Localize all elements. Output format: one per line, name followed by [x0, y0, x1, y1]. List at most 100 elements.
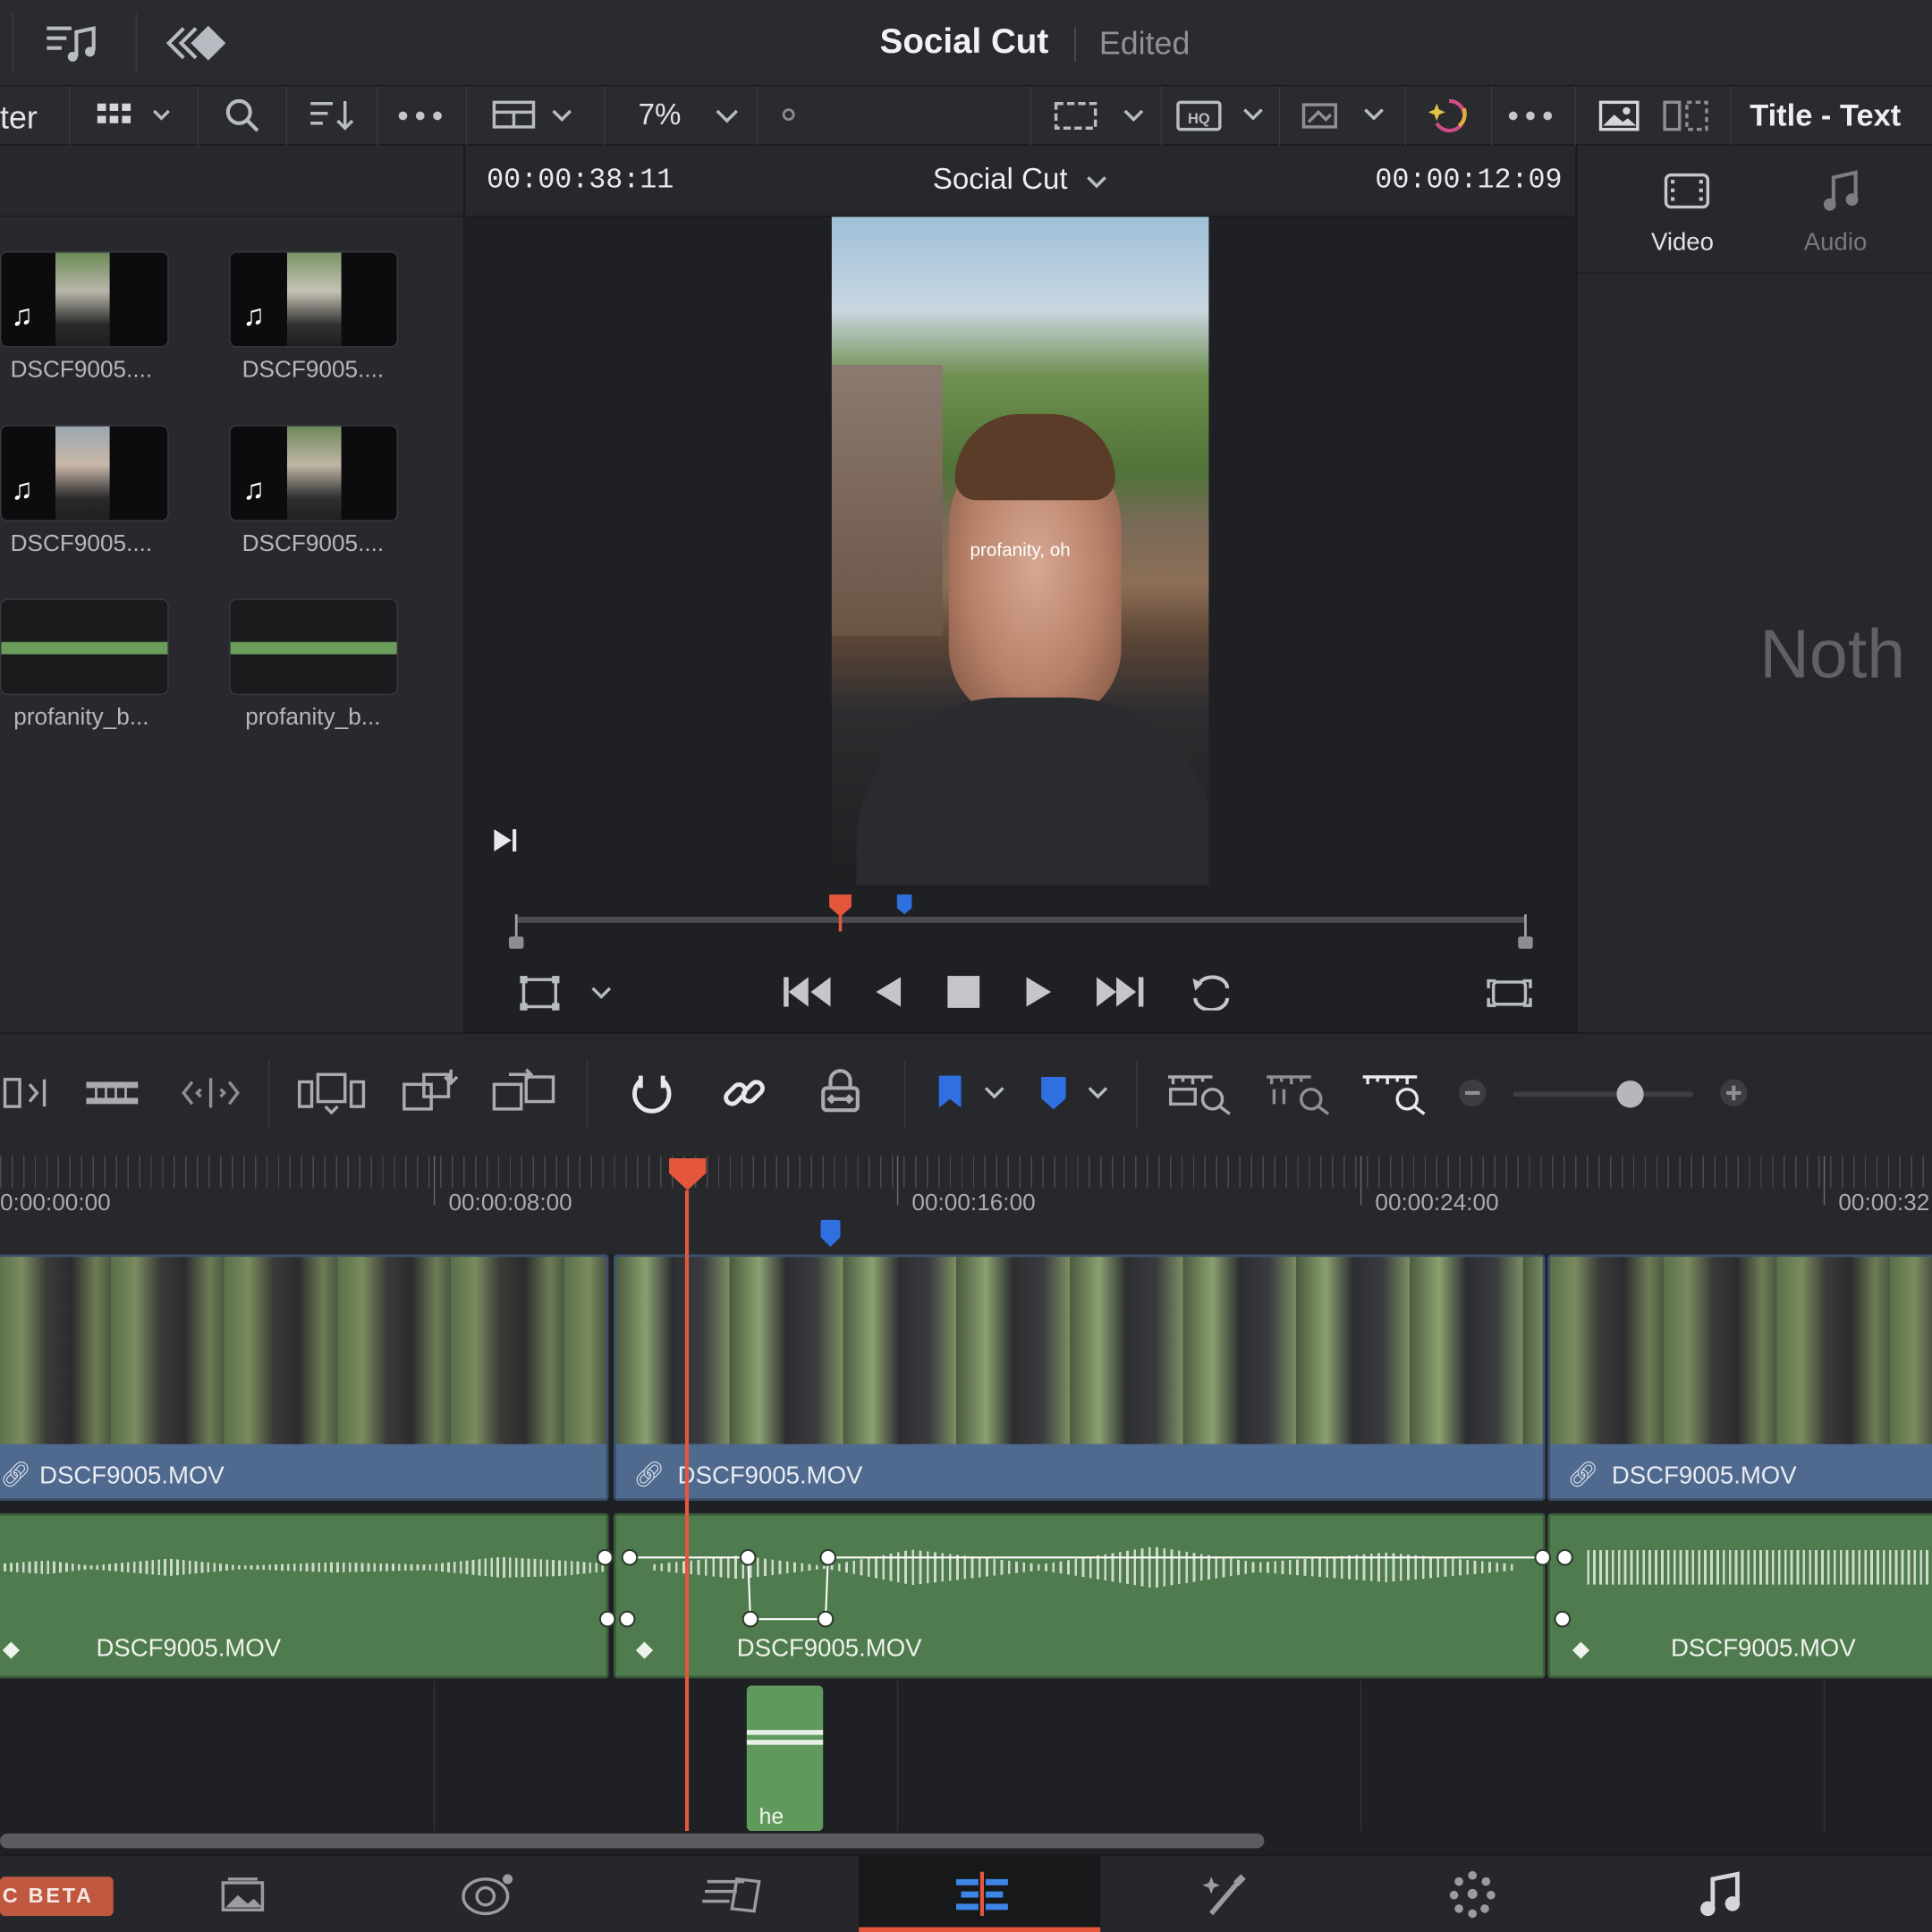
subtitle-clip-thumbnail[interactable] — [229, 598, 398, 695]
loop-icon[interactable] — [1182, 969, 1239, 1015]
place-on-top-icon[interactable] — [488, 1064, 563, 1119]
marker-icon[interactable] — [1032, 1067, 1074, 1119]
fairlight-edit-icon[interactable] — [698, 1866, 767, 1922]
audio-clip-label: DSCF9005.MOV — [736, 1635, 922, 1663]
viewer-more-icon[interactable] — [1498, 94, 1563, 139]
cut-page-icon[interactable] — [456, 1866, 521, 1922]
dynamic-trim-icon[interactable] — [177, 1070, 243, 1116]
trim-mode-icon[interactable] — [0, 1070, 55, 1116]
grid-view-icon[interactable] — [91, 94, 177, 139]
in-point-handle[interactable] — [508, 914, 525, 951]
out-point-handle[interactable] — [1517, 914, 1534, 951]
smart-insert-icon[interactable] — [293, 1064, 369, 1119]
flag-dropdown-icon[interactable] — [979, 1080, 1011, 1106]
media-clip-name: profanity_b... — [13, 704, 149, 731]
timeline-name[interactable]: Social Cut — [933, 163, 1068, 198]
play-reverse-icon[interactable] — [868, 969, 910, 1015]
color-page-icon[interactable] — [1445, 1866, 1501, 1922]
keyframe-icon: ◆ — [1572, 1636, 1589, 1662]
timeline-marker[interactable] — [818, 1217, 843, 1250]
volume-keyframes[interactable] — [0, 1540, 1932, 1639]
play-icon[interactable] — [1018, 969, 1060, 1015]
image-inspector-icon[interactable] — [1592, 94, 1647, 139]
search-icon[interactable] — [216, 94, 268, 139]
blade-edit-icon[interactable] — [81, 1070, 143, 1116]
media-page-icon[interactable] — [215, 1870, 271, 1919]
fusion-page-icon[interactable] — [1195, 1866, 1257, 1922]
audio-clip-label: DSCF9005.MOV — [96, 1635, 282, 1663]
timeline-playhead[interactable] — [684, 1190, 690, 1832]
skip-to-end-icon[interactable] — [488, 823, 523, 858]
subtitle-clip-thumbnail[interactable] — [0, 598, 169, 695]
append-icon[interactable] — [397, 1064, 462, 1119]
zoom-slider[interactable] — [1513, 1091, 1693, 1097]
fairlight-page-icon[interactable] — [1693, 1866, 1748, 1922]
media-clip-thumbnail[interactable]: ♫ — [0, 251, 169, 348]
transform-overlay-icon[interactable] — [1289, 94, 1393, 139]
ruler-label: 0:00:00:00 — [0, 1190, 111, 1216]
video-tab-icon[interactable] — [1658, 167, 1715, 214]
zoom-level[interactable]: 7% — [639, 98, 682, 133]
zoom-detail-icon[interactable] — [1259, 1064, 1335, 1119]
timeline-scrollbar-thumb[interactable] — [0, 1833, 1265, 1849]
viewer-layout-icon[interactable] — [483, 94, 581, 139]
keyframe-icon: ◆ — [635, 1636, 653, 1662]
viewer-marker[interactable] — [896, 894, 913, 916]
tab-video[interactable]: Video — [1651, 229, 1714, 258]
zoom-in-icon[interactable] — [1717, 1077, 1750, 1109]
video-clip-label: DSCF9005.MOV — [39, 1462, 225, 1490]
viewer-playhead[interactable] — [826, 892, 853, 932]
timeline-dropdown-icon[interactable] — [1082, 167, 1112, 197]
flag-icon[interactable] — [929, 1067, 971, 1119]
edit-page-icon[interactable] — [952, 1868, 1013, 1919]
media-clip-thumbnail[interactable]: ♫ — [229, 251, 398, 348]
compare-view-icon[interactable] — [1658, 94, 1713, 139]
position-lock-icon[interactable] — [813, 1067, 868, 1119]
filter-label[interactable]: ter — [0, 98, 38, 137]
stop-icon[interactable] — [941, 969, 986, 1015]
media-pool-audio-icon[interactable] — [37, 17, 106, 69]
marker-dropdown-icon[interactable] — [1082, 1080, 1114, 1106]
media-clip-name: profanity_b... — [245, 704, 381, 731]
transform-dropdown-icon[interactable] — [587, 981, 616, 1006]
zoom-full-icon[interactable] — [1161, 1064, 1237, 1119]
zoom-out-icon[interactable] — [1456, 1077, 1488, 1109]
ruler-label: 00:00:08:00 — [448, 1190, 572, 1216]
video-clip[interactable]: 🔗︎ DSCF9005.MOV — [614, 1254, 1546, 1501]
inspector-title: Title - Text — [1750, 98, 1902, 133]
media-clip-name: DSCF9005.... — [242, 530, 385, 557]
audio-clip-label: DSCF9005.MOV — [1671, 1635, 1856, 1663]
music-note-icon: ♫ — [11, 299, 34, 333]
snapping-icon[interactable] — [623, 1067, 678, 1119]
zoom-slider-knob[interactable] — [1616, 1080, 1644, 1108]
audio-tab-icon[interactable] — [1817, 167, 1866, 214]
subtitle-clip[interactable]: he — [746, 1685, 824, 1832]
zoom-dropdown-icon[interactable] — [709, 96, 744, 135]
timeline-playhead-handle[interactable] — [666, 1156, 708, 1192]
inspector-empty-message: Noth — [1759, 614, 1906, 693]
fullscreen-icon[interactable] — [1484, 971, 1536, 1016]
transform-icon[interactable] — [515, 971, 564, 1016]
more-options-icon[interactable] — [389, 94, 451, 139]
effects-icon[interactable] — [160, 22, 234, 64]
title-bar: Social Cut Edited — [0, 0, 1932, 87]
go-to-end-icon[interactable] — [1092, 969, 1148, 1015]
link-icon: 🔗︎ — [0, 1461, 31, 1489]
video-clip[interactable]: 🔗︎ DSCF9005.MOV — [1547, 1254, 1932, 1501]
playback-quality-icon[interactable]: HQ — [1168, 94, 1272, 139]
media-clip-thumbnail[interactable]: ♫ — [0, 425, 169, 521]
go-to-start-icon[interactable] — [779, 969, 835, 1015]
viewer-scrubber[interactable] — [514, 916, 1526, 923]
safe-area-icon[interactable] — [1045, 94, 1150, 139]
video-clip[interactable]: 🔗︎ DSCF9005.MOV — [0, 1254, 609, 1501]
tab-audio[interactable]: Audio — [1804, 229, 1867, 258]
color-effects-icon[interactable] — [1419, 94, 1479, 139]
subtitle-overlay: profanity, oh — [970, 539, 1071, 561]
viewer-header: 00:00:38:11 Social Cut 00:00:12:09 — [465, 145, 1575, 217]
project-title: Social Cut — [879, 21, 1049, 61]
zoom-custom-icon[interactable] — [1355, 1064, 1431, 1119]
ruler-label: 00:00:32 — [1838, 1190, 1930, 1216]
sort-icon[interactable] — [303, 94, 362, 139]
linked-selection-icon[interactable] — [717, 1067, 772, 1119]
media-clip-thumbnail[interactable]: ♫ — [229, 425, 398, 521]
